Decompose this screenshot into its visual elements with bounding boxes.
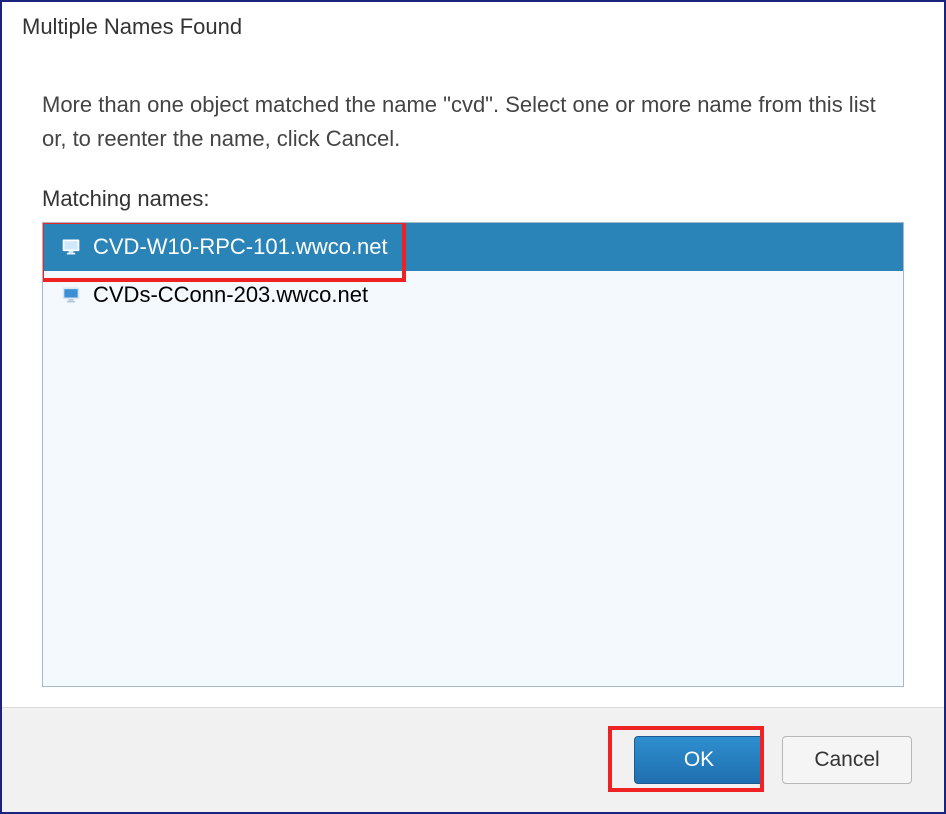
computer-icon [61, 285, 81, 305]
computer-icon [61, 237, 81, 257]
dialog-content: More than one object matched the name "c… [2, 48, 944, 707]
matching-names-label: Matching names: [42, 186, 904, 212]
list-item[interactable]: CVDs-CConn-203.wwco.net [43, 271, 903, 319]
instructions-text: More than one object matched the name "c… [42, 88, 904, 156]
list-item-label: CVD-W10-RPC-101.wwco.net [93, 234, 388, 260]
list-item[interactable]: CVD-W10-RPC-101.wwco.net [43, 223, 903, 271]
cancel-button[interactable]: Cancel [782, 736, 912, 784]
dialog-title: Multiple Names Found [2, 2, 944, 48]
list-item-label: CVDs-CConn-203.wwco.net [93, 282, 368, 308]
ok-button-label: OK [684, 748, 714, 772]
cancel-button-label: Cancel [814, 748, 879, 772]
matching-names-list[interactable]: CVD-W10-RPC-101.wwco.net CVDs-CConn-203.… [42, 222, 904, 687]
multiple-names-dialog: Multiple Names Found More than one objec… [0, 0, 946, 814]
ok-button[interactable]: OK [634, 736, 764, 784]
button-bar: OK Cancel [2, 707, 944, 812]
